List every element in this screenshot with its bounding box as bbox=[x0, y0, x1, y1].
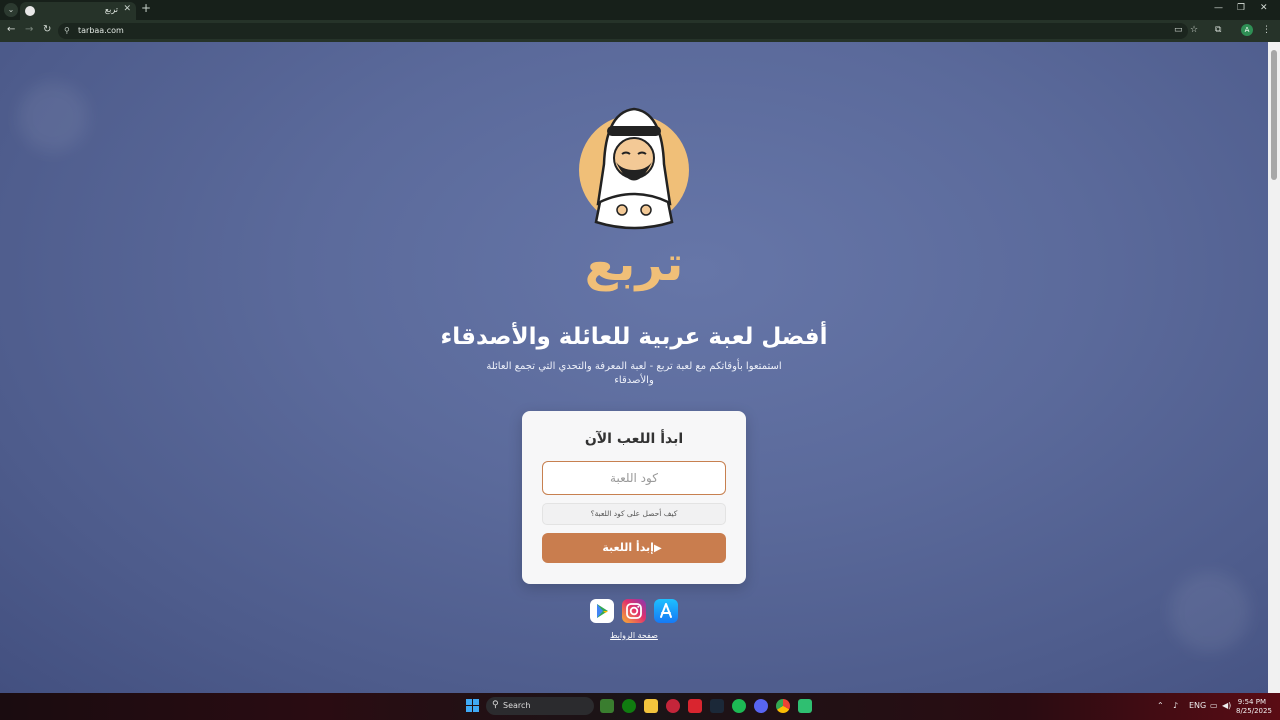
maximize-icon[interactable]: ❐ bbox=[1237, 3, 1245, 13]
back-icon[interactable]: ← bbox=[7, 24, 15, 35]
links-page-link[interactable]: صفحة الروابط bbox=[584, 631, 684, 640]
card-title: ابدأ اللعب الآن bbox=[584, 431, 684, 447]
language-indicator[interactable]: ENG bbox=[1189, 701, 1206, 710]
profile-avatar[interactable]: A bbox=[1241, 24, 1253, 36]
extensions-icon[interactable]: ⧉ bbox=[1215, 25, 1221, 35]
page-scrollbar[interactable] bbox=[1268, 42, 1280, 693]
steam-icon[interactable] bbox=[710, 699, 724, 713]
new-tab-button[interactable]: + bbox=[141, 1, 151, 15]
search-icon: ⚲ bbox=[492, 700, 499, 710]
network-icon[interactable]: ▭ bbox=[1210, 701, 1218, 710]
clock-time: 9:54 PM bbox=[1237, 698, 1266, 706]
taskbar-search[interactable]: ⚲ Search bbox=[486, 697, 594, 715]
browser-menu-icon[interactable]: ⋮ bbox=[1262, 25, 1271, 35]
start-game-card: ابدأ اللعب الآن كيف أحصل على كود اللعبة؟… bbox=[522, 411, 746, 584]
page-headline: أفضل لعبة عربية للعائلة والأصدقاء bbox=[440, 324, 828, 350]
chrome-icon[interactable] bbox=[776, 699, 790, 713]
browser-tab[interactable]: تربع ✕ bbox=[20, 2, 136, 20]
nvidia-app-icon[interactable] bbox=[600, 699, 614, 713]
microphone-icon[interactable]: ♪ bbox=[1173, 701, 1178, 710]
thobe-shape bbox=[594, 192, 674, 230]
tab-search-button[interactable]: ⌄ bbox=[4, 3, 18, 17]
instagram-icon[interactable] bbox=[622, 599, 646, 623]
url-text[interactable]: tarbaa.com bbox=[78, 26, 124, 35]
get-code-help-button[interactable]: كيف أحصل على كود اللعبة؟ bbox=[542, 503, 726, 525]
agal-band bbox=[607, 126, 661, 136]
taskbar-search-label: Search bbox=[503, 701, 531, 710]
spotify-icon[interactable] bbox=[732, 699, 746, 713]
app-icon-red[interactable] bbox=[688, 699, 702, 713]
tab-title: تربع bbox=[104, 5, 118, 14]
install-app-icon[interactable]: ▭ bbox=[1174, 25, 1183, 35]
file-explorer-icon[interactable] bbox=[644, 699, 658, 713]
browser-toolbar: ← → ↻ ⚲ tarbaa.com ▭ ☆ ⧉ A ⋮ bbox=[0, 20, 1280, 42]
address-bar[interactable]: ⚲ tarbaa.com bbox=[58, 23, 1188, 39]
bookmark-star-icon[interactable]: ☆ bbox=[1190, 25, 1198, 35]
tray-overflow-icon[interactable]: ⌃ bbox=[1157, 701, 1164, 710]
background-bubble bbox=[1170, 572, 1250, 652]
window-close-icon[interactable]: ✕ bbox=[1260, 3, 1268, 13]
start-game-button[interactable]: ▶إبدأ اللعبة bbox=[542, 533, 726, 563]
volume-icon[interactable]: ◀) bbox=[1222, 701, 1231, 710]
tab-strip: ⌄ تربع ✕ + — ❐ ✕ bbox=[0, 0, 1280, 20]
minimize-icon[interactable]: — bbox=[1214, 3, 1223, 13]
opera-icon[interactable] bbox=[666, 699, 680, 713]
clock-date: 8/25/2025 bbox=[1236, 707, 1272, 715]
logo-wordmark: تربع bbox=[585, 236, 684, 292]
windows-taskbar: ⚲ Search ⌃ ♪ ENG ▭ ◀) 9:54 PM 8/25/2025 bbox=[0, 693, 1280, 720]
windows-start-icon[interactable] bbox=[466, 699, 480, 713]
game-code-input[interactable] bbox=[542, 461, 726, 495]
page-viewport: تربع أفضل لعبة عربية للعائلة والأصدقاء ا… bbox=[0, 42, 1268, 693]
tab-close-icon[interactable]: ✕ bbox=[123, 4, 131, 14]
site-info-icon[interactable]: ⚲ bbox=[64, 26, 70, 35]
forward-icon[interactable]: → bbox=[25, 24, 33, 35]
xbox-icon[interactable] bbox=[622, 699, 636, 713]
hand-shape bbox=[640, 204, 652, 216]
reload-icon[interactable]: ↻ bbox=[43, 24, 51, 35]
site-favicon-icon bbox=[25, 6, 35, 16]
app-icon-green[interactable] bbox=[798, 699, 812, 713]
page-subline: استمتعوا بأوقاتكم مع لعبة تربع - لعبة ال… bbox=[486, 361, 782, 386]
play-icon: ▶ bbox=[653, 543, 662, 554]
tarbaa-logo: تربع bbox=[579, 107, 689, 292]
taskbar-clock[interactable]: 9:54 PM 8/25/2025 bbox=[1236, 698, 1272, 716]
scroll-thumb[interactable] bbox=[1271, 50, 1277, 180]
app-store-icon[interactable] bbox=[654, 599, 678, 623]
discord-icon[interactable] bbox=[754, 699, 768, 713]
background-bubble bbox=[18, 82, 88, 152]
google-play-icon[interactable] bbox=[590, 599, 614, 623]
start-game-label: إبدأ اللعبة bbox=[602, 541, 654, 554]
hand-shape bbox=[616, 204, 628, 216]
